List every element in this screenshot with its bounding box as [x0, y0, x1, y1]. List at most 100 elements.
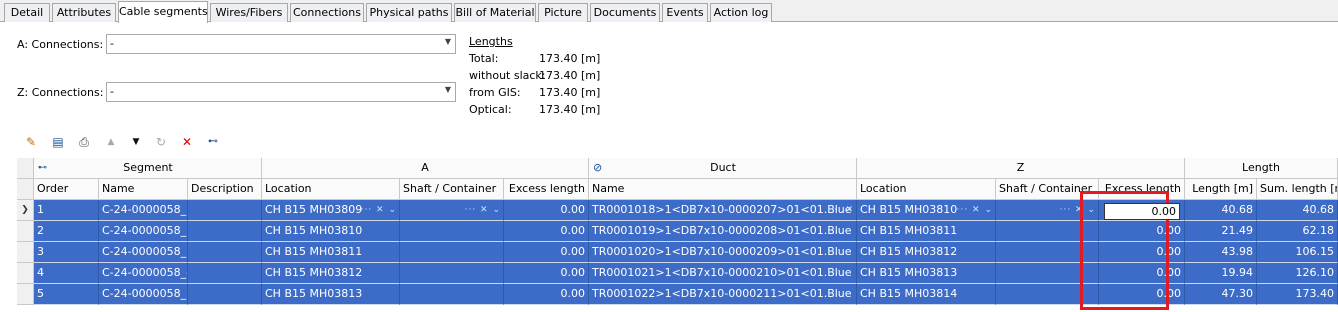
cell-description[interactable]: [188, 263, 262, 284]
group-header-z: Z: [857, 158, 1185, 179]
cell-z-location[interactable]: CH B15 MH03813: [857, 263, 996, 284]
cell-length[interactable]: 43.98: [1185, 242, 1257, 263]
cell-sum-length[interactable]: 126.10: [1257, 263, 1338, 284]
col-duct-name[interactable]: Name: [589, 179, 857, 200]
cell-sum-length[interactable]: 173.40: [1257, 284, 1338, 305]
cell-order[interactable]: 5: [34, 284, 99, 305]
lookup-clear-dropdown-icon[interactable]: ··· ✕ ⌄: [957, 200, 993, 220]
cell-description[interactable]: [188, 221, 262, 242]
cell-a-excess[interactable]: 0.00: [504, 242, 589, 263]
table-icon[interactable]: ▤: [50, 134, 66, 150]
cell-z-location[interactable]: CH B15 MH03811: [857, 221, 996, 242]
cell-order[interactable]: 4: [34, 263, 99, 284]
length-total-value: 173.40 [m]: [539, 52, 601, 65]
cell-sum-length[interactable]: 40.68: [1257, 200, 1338, 221]
group-header-a: A: [262, 158, 589, 179]
cell-name[interactable]: C-24-0000058_5: [99, 284, 188, 305]
cell-a-shaft[interactable]: [400, 221, 504, 242]
export-icon[interactable]: ✎: [23, 134, 39, 150]
cell-length[interactable]: 21.49: [1185, 221, 1257, 242]
refresh-icon[interactable]: ↻: [153, 134, 169, 150]
col-z-location[interactable]: Location: [857, 179, 996, 200]
cell-z-excess-editor[interactable]: 0.00: [1104, 203, 1180, 220]
row-header: [17, 221, 34, 242]
col-length[interactable]: Length [m]: [1185, 179, 1257, 200]
lookup-clear-dropdown-icon[interactable]: ··· ✕ ⌄: [361, 200, 397, 220]
col-a-excess[interactable]: Excess length: [504, 179, 589, 200]
cell-description[interactable]: [188, 200, 262, 221]
tab-cable-segments[interactable]: Cable segments: [118, 1, 208, 23]
tab-picture[interactable]: Picture: [538, 3, 588, 22]
cell-a-excess[interactable]: 0.00: [504, 284, 589, 305]
cell-a-excess[interactable]: 0.00: [504, 263, 589, 284]
segments-grid: ⊷ Segment A ⊘ Duct Z Length Order Name D…: [17, 158, 1338, 312]
col-order[interactable]: Order: [34, 179, 99, 200]
cell-a-excess[interactable]: 0.00: [504, 200, 589, 221]
cell-duct[interactable]: TR0001019>1<DB7x10-0000208>01<01.Blue: [589, 221, 857, 242]
cell-length[interactable]: 19.94: [1185, 263, 1257, 284]
cell-duct[interactable]: TR0001020>1<DB7x10-0000209>01<01.Blue: [589, 242, 857, 263]
cell-a-location[interactable]: CH B15 MH03813: [262, 284, 400, 305]
a-connections-value: -: [110, 37, 114, 50]
cell-a-shaft[interactable]: [400, 284, 504, 305]
cell-length[interactable]: 47.30: [1185, 284, 1257, 305]
delete-icon[interactable]: ✕: [179, 134, 195, 150]
cell-a-location[interactable]: CH B15 MH03811: [262, 242, 400, 263]
col-description[interactable]: Description: [188, 179, 262, 200]
tab-wires-fibers[interactable]: Wires/Fibers: [210, 3, 288, 22]
cell-z-location[interactable]: CH B15 MH03812: [857, 242, 996, 263]
tab-physical-paths[interactable]: Physical paths: [366, 3, 452, 22]
col-a-location[interactable]: Location: [262, 179, 400, 200]
cell-name[interactable]: C-24-0000058_4: [99, 263, 188, 284]
z-connections-combo[interactable]: - ▼: [106, 82, 456, 102]
cell-z-location[interactable]: CH B15 MH03814: [857, 284, 996, 305]
col-name[interactable]: Name: [99, 179, 188, 200]
row-header: [17, 242, 34, 263]
cell-order[interactable]: 3: [34, 242, 99, 263]
cell-name[interactable]: C-24-0000058_3: [99, 242, 188, 263]
tab-connections[interactable]: Connections: [290, 3, 364, 22]
cell-sum-length[interactable]: 62.18: [1257, 221, 1338, 242]
cell-sum-length[interactable]: 106.15: [1257, 242, 1338, 263]
cell-description[interactable]: [188, 284, 262, 305]
group-header-segment: ⊷ Segment: [34, 158, 262, 179]
tab-action-log[interactable]: Action log: [710, 3, 772, 22]
lookup-clear-dropdown-icon[interactable]: ··· ✕ ⌄: [465, 200, 501, 220]
a-connections-combo[interactable]: - ▼: [106, 34, 456, 54]
move-up-icon[interactable]: ▲: [103, 134, 119, 150]
cell-description[interactable]: [188, 242, 262, 263]
cell-a-shaft[interactable]: ··· ✕ ⌄: [400, 200, 504, 221]
cell-a-location[interactable]: CH B15 MH03812: [262, 263, 400, 284]
split-icon[interactable]: ⊷: [205, 134, 221, 150]
tab-bar: Detail Attributes Cable segments Wires/F…: [0, 0, 1338, 23]
cell-duct-text: TR0001018>1<DB7x10-0000207>01<01.Blue: [592, 203, 852, 216]
col-a-shaft[interactable]: Shaft / Container: [400, 179, 504, 200]
tab-events[interactable]: Events: [662, 3, 708, 22]
cell-duct[interactable]: TR0001018>1<DB7x10-0000207>01<01.Blue ··…: [589, 200, 857, 221]
tab-attributes[interactable]: Attributes: [52, 3, 116, 22]
tab-bill-of-material[interactable]: Bill of Material: [454, 3, 536, 22]
move-down-icon[interactable]: ▼: [128, 134, 144, 150]
col-sum-length[interactable]: Sum. length [m]: [1257, 179, 1338, 200]
length-without-slack-value: 173.40 [m]: [539, 69, 601, 82]
cell-a-shaft[interactable]: [400, 263, 504, 284]
cell-z-location[interactable]: CH B15 MH03810 ··· ✕ ⌄: [857, 200, 996, 221]
group-duct-label: Duct: [710, 161, 736, 174]
cell-name[interactable]: C-24-0000058_2: [99, 221, 188, 242]
cell-a-location[interactable]: CH B15 MH03810: [262, 221, 400, 242]
cell-name[interactable]: C-24-0000058_1: [99, 200, 188, 221]
cell-order[interactable]: 2: [34, 221, 99, 242]
tab-documents[interactable]: Documents: [590, 3, 660, 22]
cell-duct[interactable]: TR0001021>1<DB7x10-0000210>01<01.Blue: [589, 263, 857, 284]
cell-order[interactable]: 1: [34, 200, 99, 221]
length-optical-label: Optical:: [469, 103, 512, 116]
cell-duct[interactable]: TR0001022>1<DB7x10-0000211>01<01.Blue: [589, 284, 857, 305]
length-total-label: Total:: [469, 52, 499, 65]
lookup-clear-icon[interactable]: ··· ✕: [830, 200, 854, 220]
print-icon[interactable]: ⎙: [76, 134, 92, 150]
cell-a-shaft[interactable]: [400, 242, 504, 263]
cell-length[interactable]: 40.68: [1185, 200, 1257, 221]
tab-detail[interactable]: Detail: [4, 3, 50, 22]
cell-a-excess[interactable]: 0.00: [504, 221, 589, 242]
cell-a-location[interactable]: CH B15 MH03809 ··· ✕ ⌄: [262, 200, 400, 221]
